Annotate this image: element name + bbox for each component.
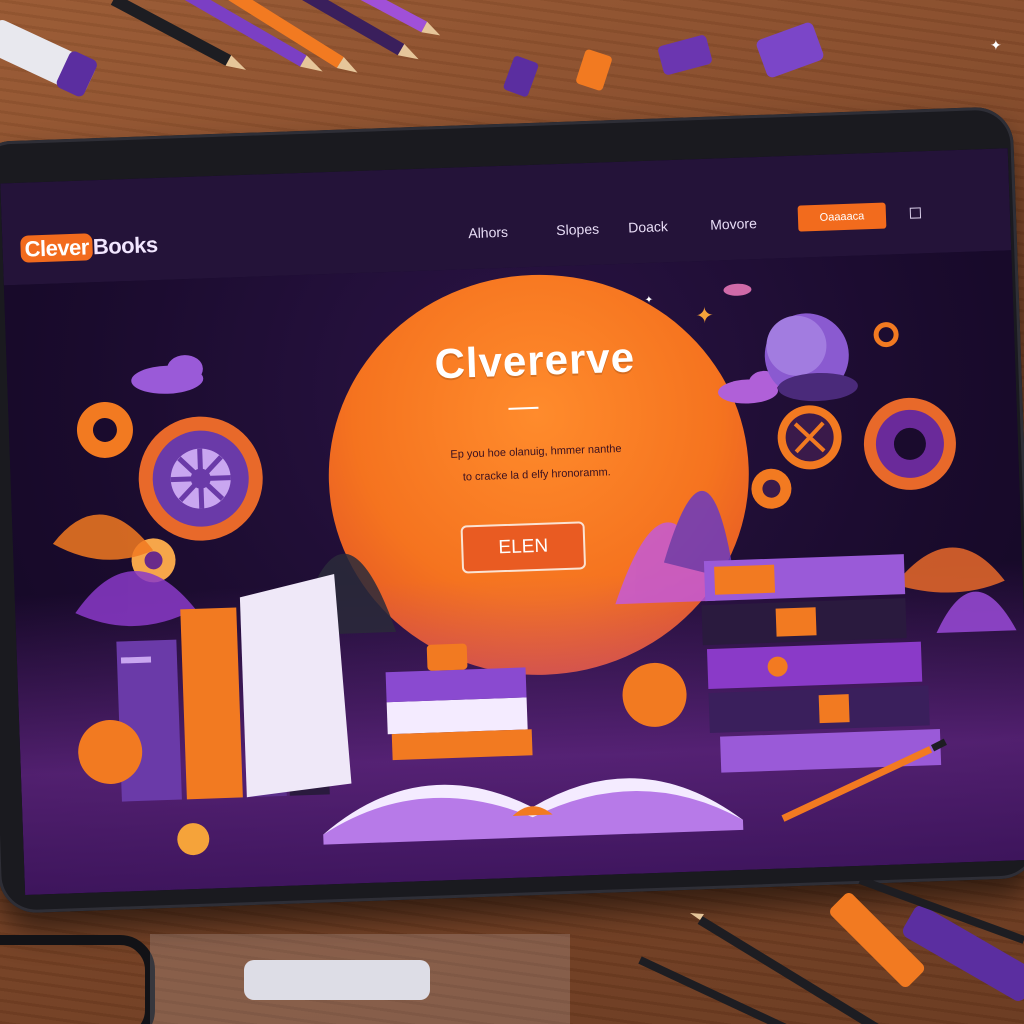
desk-supplies-bottom <box>0 880 1024 1024</box>
gear-icon <box>76 401 133 458</box>
logo-books: Books <box>92 232 158 260</box>
star-icon: ✦ <box>695 303 714 329</box>
hero-cta-button[interactable]: ELEN <box>460 521 587 574</box>
cloud-icon <box>131 355 204 394</box>
ruler-icon <box>150 934 570 1024</box>
gear-icon <box>138 416 263 541</box>
tablet-screen: Clever Books Alhors Slopes Doack Movore O… <box>0 148 1024 896</box>
star-icon: ✦ <box>645 295 654 306</box>
nav-link-stories[interactable]: Slopes <box>556 221 599 238</box>
logo-clever: Clever <box>20 233 94 263</box>
site-logo[interactable]: Clever Books <box>20 232 158 263</box>
gear-icon <box>777 405 842 470</box>
gear-icon <box>863 397 956 490</box>
book-icon <box>385 643 533 761</box>
svg-text:✦: ✦ <box>990 37 1002 53</box>
pencil-icon <box>638 956 787 1024</box>
nav-link-more[interactable]: Movore <box>710 215 757 233</box>
nav-link-book[interactable]: Doack <box>628 218 668 235</box>
gear-icon <box>751 468 792 509</box>
cloud-icon <box>723 283 752 296</box>
ring-icon <box>873 322 899 348</box>
nav-cta-button[interactable]: Oaaaaca <box>797 202 887 232</box>
tablet-device: Clever Books Alhors Slopes Doack Movore O… <box>0 106 1024 914</box>
open-book-icon <box>323 778 744 845</box>
menu-icon[interactable] <box>909 207 922 219</box>
nav-link-authors[interactable]: Alhors <box>468 224 508 241</box>
glasses-icon <box>0 935 155 1024</box>
apple-icon <box>622 662 687 727</box>
hero-section: ✦ ✦ Clvererve Ep you hoe olanuig, hmmer … <box>3 250 1024 896</box>
